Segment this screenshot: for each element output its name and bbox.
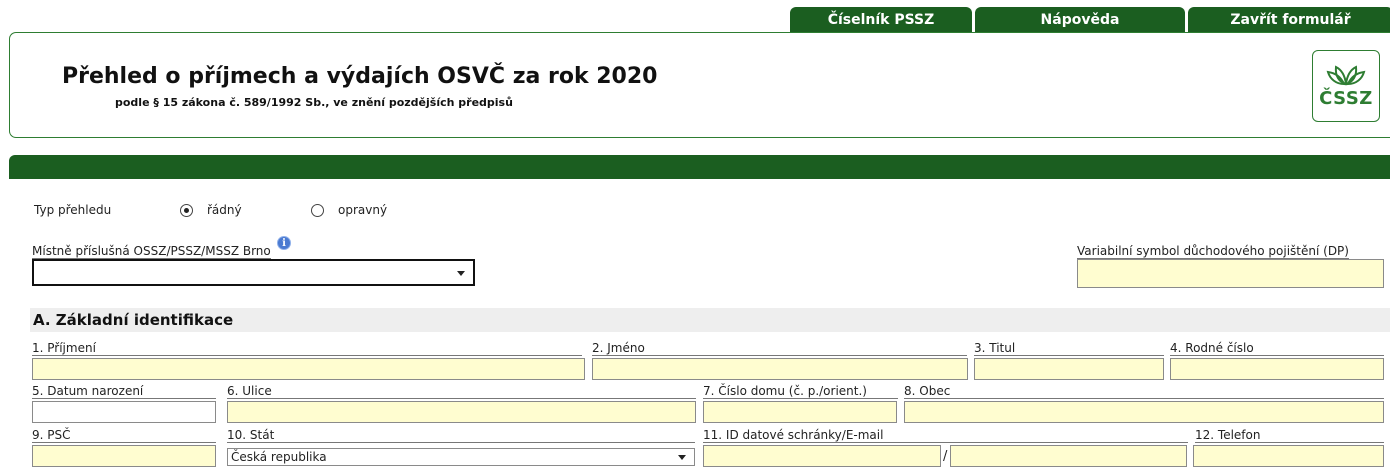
stat-select-value: Česká republika — [231, 450, 327, 464]
top-tabs: Číselník PSSZ Nápověda Zavřít formulář — [790, 7, 1390, 32]
leaf-logo-icon — [1326, 64, 1366, 85]
ulice-label: 6. Ulice — [227, 384, 696, 399]
id-schranky-label: 11. ID datové schránky/E-mail — [703, 428, 1188, 443]
jmeno-label: 2. Jméno — [592, 341, 967, 356]
radio-radny-label: řádný — [207, 203, 242, 217]
jmeno-input[interactable] — [592, 358, 968, 380]
chevron-down-icon — [678, 455, 686, 460]
rodne-cislo-label: 4. Rodné číslo — [1170, 341, 1384, 356]
vs-input[interactable] — [1077, 259, 1384, 288]
rodne-cislo-input[interactable] — [1170, 358, 1384, 380]
telefon-label: 12. Telefon — [1195, 428, 1384, 443]
email-input[interactable] — [950, 445, 1187, 467]
section-a-title: A. Základní identifikace — [30, 308, 1390, 332]
datum-narozeni-label: 5. Datum narození — [32, 384, 216, 399]
obec-input[interactable] — [904, 401, 1384, 423]
tab-zavrit-formular[interactable]: Zavřít formulář — [1188, 7, 1390, 32]
psc-input[interactable] — [32, 445, 216, 467]
typ-prehledu-label: Typ přehledu — [34, 203, 112, 217]
psc-label: 9. PSČ — [32, 428, 216, 443]
telefon-input[interactable] — [1193, 445, 1384, 467]
id-schranky-input[interactable] — [703, 445, 941, 467]
page-subtitle: podle § 15 zákona č. 589/1992 Sb., ve zn… — [115, 96, 513, 109]
radio-radny[interactable] — [180, 204, 193, 217]
cislo-domu-input[interactable] — [703, 401, 897, 423]
ossz-label: Místně příslušná OSSZ/PSSZ/MSSZ Brno — [32, 244, 271, 259]
vs-label: Variabilní symbol důchodového pojištění … — [1077, 244, 1349, 259]
datum-narozeni-input[interactable] — [32, 401, 216, 423]
stat-select[interactable]: Česká republika — [227, 448, 695, 466]
titul-label: 3. Titul — [974, 341, 1164, 356]
cislo-domu-label: 7. Číslo domu (č. p./orient.) — [703, 384, 898, 399]
ossz-select[interactable] — [32, 259, 475, 286]
radio-opravny-label: opravný — [338, 203, 388, 217]
radio-opravny[interactable] — [311, 204, 324, 217]
tab-napoveda[interactable]: Nápověda — [975, 7, 1185, 32]
form-header: Přehled o příjmech a výdajích OSVČ za ro… — [9, 32, 1390, 138]
tab-ciselnik-pssz[interactable]: Číselník PSSZ — [790, 7, 972, 32]
info-icon[interactable]: i — [277, 236, 291, 250]
section-divider-bar — [9, 155, 1390, 179]
prijmeni-input[interactable] — [32, 358, 585, 380]
logo-text: ČSSZ — [1319, 87, 1373, 109]
slash-separator: / — [943, 449, 948, 464]
obec-label: 8. Obec — [904, 384, 1384, 399]
titul-input[interactable] — [974, 358, 1164, 380]
ulice-input[interactable] — [227, 401, 696, 423]
prijmeni-label: 1. Příjmení — [32, 341, 582, 356]
page-title: Přehled o příjmech a výdajích OSVČ za ro… — [62, 64, 658, 89]
cssz-logo: ČSSZ — [1312, 50, 1380, 122]
stat-label: 10. Stát — [227, 428, 695, 443]
chevron-down-icon — [457, 271, 465, 276]
